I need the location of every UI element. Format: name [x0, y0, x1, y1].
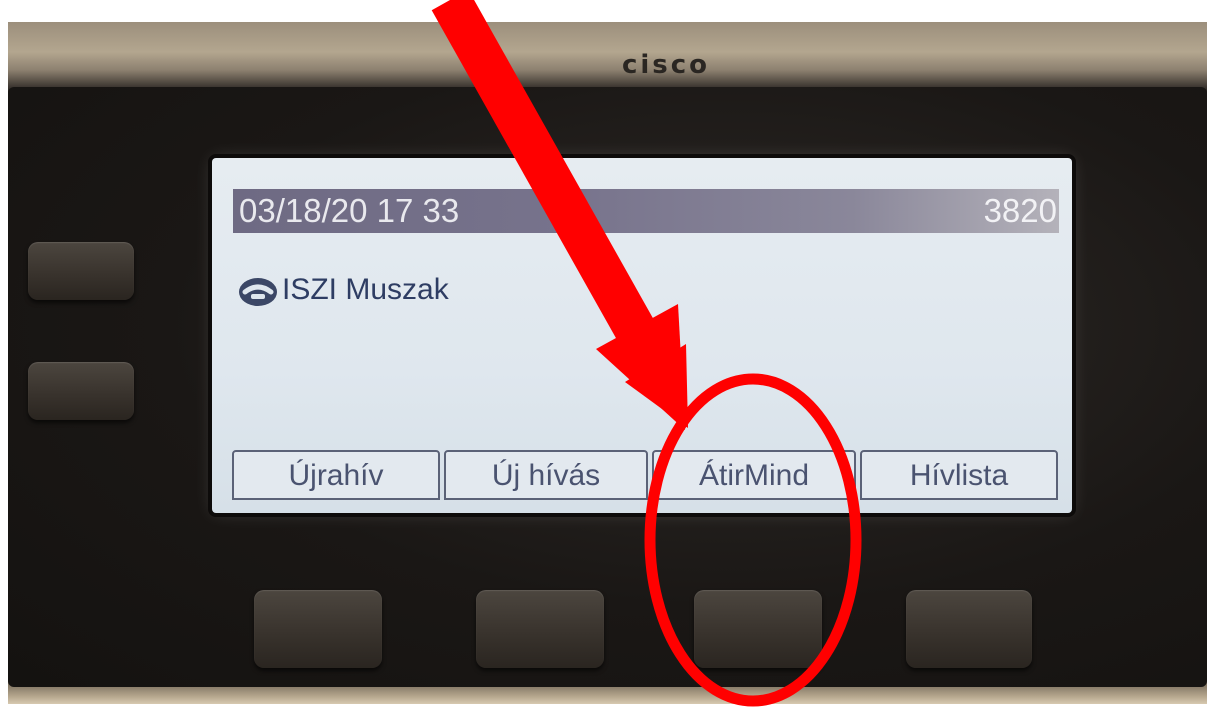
- softkey-forward-all[interactable]: ÁtirMind: [652, 450, 856, 500]
- softkey-call-list[interactable]: Hívlista: [860, 450, 1058, 500]
- phone-display: 03/18/20 17 33 3820 ISZI Muszak Újrahív …: [212, 158, 1072, 513]
- softkey-button-1[interactable]: [254, 590, 382, 668]
- softkey-button-3[interactable]: [694, 590, 822, 668]
- softkey-button-4[interactable]: [906, 590, 1032, 668]
- handset-icon: [238, 275, 278, 307]
- line-label: ISZI Muszak: [282, 273, 449, 306]
- extension-number: 3820: [983, 192, 1057, 229]
- line-key-2[interactable]: [28, 362, 134, 420]
- line-entry[interactable]: ISZI Muszak: [238, 268, 449, 312]
- date-time: 03/18/20 17 33: [239, 192, 460, 229]
- softkey-redial[interactable]: Újrahív: [232, 450, 440, 500]
- line-key-1[interactable]: [28, 242, 134, 300]
- softkey-bar: Újrahív Új hívás ÁtirMind Hívlista: [232, 450, 1058, 502]
- softkey-button-2[interactable]: [476, 590, 604, 668]
- brand-logo: cisco: [621, 50, 711, 80]
- softkey-new-call[interactable]: Új hívás: [444, 450, 648, 500]
- status-bar: 03/18/20 17 33 3820: [233, 189, 1059, 233]
